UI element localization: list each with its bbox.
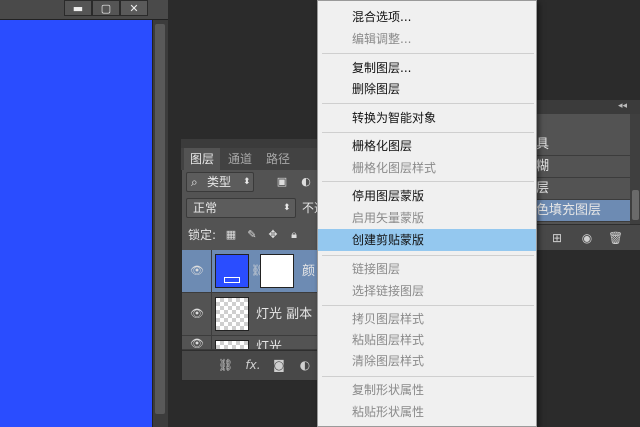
menu-item-blending-options[interactable]: 混合选项... [318,6,536,28]
menu-item-paste-shape-attributes: 粘贴形状属性 [352,405,425,419]
new-item-icon[interactable]: ⊞ [550,231,564,245]
scrollbar-thumb[interactable] [632,190,639,220]
right-panel-item[interactable]: 糊 [530,156,630,178]
lock-label: 锁定: [188,228,217,242]
menu-item-enable-vector-mask: 启用矢量蒙版 [352,211,425,225]
camera-icon[interactable]: ◉ [580,231,594,245]
adjustment-icon[interactable]: ◐ [298,358,312,372]
eye-icon[interactable]: 👁︎ [188,308,206,320]
right-panel-header: ◂◂ [530,100,640,114]
lock-position-icon[interactable]: ✥ [267,229,279,241]
menu-separator [322,376,534,377]
pixel-filter-icon[interactable]: ▣ [276,176,288,188]
spinner-icon: ⬍ [283,203,291,213]
menu-separator [322,132,534,133]
menu-separator [322,181,534,182]
blend-mode-value: 正常 [193,201,218,215]
mask-icon[interactable]: ◙ [272,358,286,372]
layers-bottom-bar: ⛓︎ fx. ◙ ◐ [182,350,330,380]
spinner-icon: ⬍ [243,177,251,187]
menu-item-link-layers: 链接图层 [352,262,401,276]
menu-item-rasterize-layer-style: 栅格化图层样式 [352,161,437,175]
link-icon[interactable]: ⛓︎ [218,358,233,372]
menu-item-delete-layer[interactable]: 删除图层 [318,78,536,100]
lock-transparent-icon[interactable]: ▦ [225,229,237,241]
menu-separator [322,103,534,104]
layer-name: 颜 [302,264,316,279]
layer-row-color-fill[interactable]: 👁︎ ⛓︎ 颜 [182,250,330,293]
right-panel-bottom-bar: ⊞ ◉ 🗑︎ [530,224,640,250]
lock-all-icon[interactable]: 🔒︎ [288,229,300,241]
document-canvas[interactable] [0,20,152,427]
menu-item-create-clipping-mask[interactable]: 创建剪贴蒙版 [318,229,536,251]
blend-mode-select[interactable]: 正常 ⬍ [186,198,296,218]
menu-item-copy-layer-style: 拷贝图层样式 [352,312,425,326]
close-button[interactable]: ✕ [120,0,148,16]
menu-item-convert-smart-object[interactable]: 转换为智能对象 [318,107,536,129]
menu-separator [322,305,534,306]
menu-item-disable-layer-mask[interactable]: 停用图层蒙版 [318,185,536,207]
maximize-icon: ▢ [100,2,112,15]
minimize-icon: ▬ [72,2,84,15]
layer-thumbnail [215,340,249,349]
menu-item-rasterize-layer[interactable]: 栅格化图层 [318,135,536,157]
menu-item-paste-layer-style: 粘贴图层样式 [352,333,425,347]
panel-tabs: 图层 通道 路径 [181,148,331,170]
layer-thumbnail [215,254,249,288]
menu-separator [322,255,534,256]
tab-channels[interactable]: 通道 [222,148,258,170]
collapse-icon[interactable]: ◂◂ [618,100,627,112]
close-icon: ✕ [129,2,139,15]
minimize-button[interactable]: ▬ [64,0,92,16]
scrollbar-thumb[interactable] [155,24,165,414]
tab-paths[interactable]: 路径 [260,148,296,170]
right-panel-item[interactable]: 具 [530,134,630,156]
lock-brush-icon[interactable]: ✎ [246,229,258,241]
menu-item-clear-layer-style: 清除图层样式 [352,354,425,368]
filter-kind-select[interactable]: ⌕ 类型 ⬍ [186,172,254,192]
eye-icon[interactable]: 👁︎ [188,338,206,350]
menu-item-duplicate-layer[interactable]: 复制图层... [318,57,536,79]
fx-icon[interactable]: fx. [242,358,264,372]
panel-header [181,139,331,148]
menu-separator [322,53,534,54]
menu-item-edit-adjustment: 编辑调整... [352,32,412,46]
layer-row-light[interactable]: 👁︎ 灯光 [182,336,330,350]
right-panel-item-selected[interactable]: 色填充图层 [530,200,630,222]
layer-name: 灯光 [256,340,283,350]
trash-icon[interactable]: 🗑︎ [608,231,623,245]
maximize-button[interactable]: ▢ [92,0,120,16]
right-panel-item[interactable]: 层 [530,178,630,200]
layer-mask-thumbnail [260,254,294,288]
tab-layers[interactable]: 图层 [184,148,221,170]
eye-icon[interactable]: 👁︎ [188,265,206,277]
adjustment-filter-icon[interactable]: ◐ [300,176,312,188]
layer-name: 灯光 副本 [256,307,313,322]
layer-row-light-copy[interactable]: 👁︎ 灯光 副本 [182,293,330,336]
adjustment-icon [224,277,240,283]
filter-kind-label: 类型 [207,175,232,189]
menu-item-copy-shape-attributes: 复制形状属性 [352,383,425,397]
menu-item-select-linked-layers: 选择链接图层 [352,284,425,298]
search-icon: ⌕ [191,175,198,189]
layer-thumbnail [215,297,249,331]
